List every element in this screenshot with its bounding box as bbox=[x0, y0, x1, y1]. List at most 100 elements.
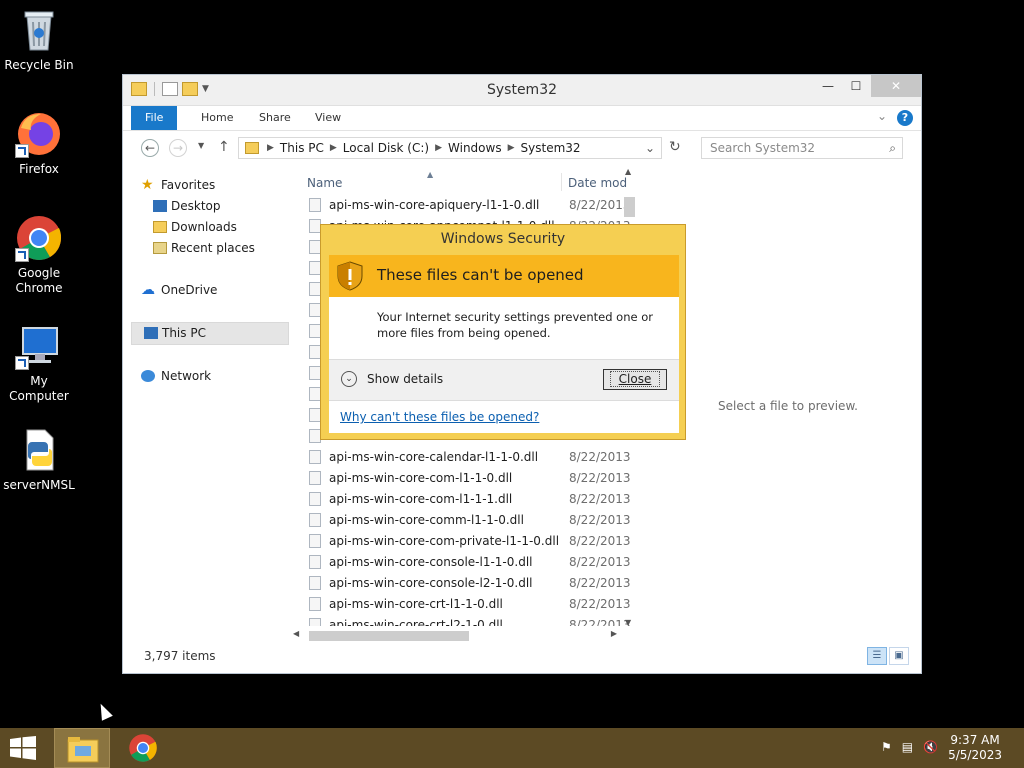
cloud-icon: ☁ bbox=[141, 282, 155, 298]
network-icon[interactable]: ▤ bbox=[902, 740, 913, 754]
file-row[interactable]: api-ms-win-core-com-l1-1-1.dll 8/22/2013 bbox=[303, 489, 639, 510]
desktop-icon bbox=[153, 200, 167, 212]
sidebar-item-onedrive[interactable]: ☁ OneDrive bbox=[131, 280, 289, 301]
dll-file-icon bbox=[309, 534, 321, 548]
file-row[interactable]: api-ms-win-core-crt-l1-1-0.dll 8/22/2013 bbox=[303, 594, 639, 615]
close-window-button[interactable]: ✕ bbox=[871, 75, 921, 97]
sort-ascending-icon: ▲ bbox=[427, 171, 434, 179]
details-view-icon[interactable]: ☰ bbox=[867, 647, 887, 665]
folder-icon bbox=[245, 142, 259, 154]
scroll-up-arrow-icon[interactable]: ▲ bbox=[625, 167, 631, 176]
computer-icon bbox=[144, 327, 158, 339]
shortcut-arrow-icon bbox=[15, 356, 29, 370]
dialog-footer: ⌄ Show details Close bbox=[329, 359, 679, 401]
address-bar[interactable]: ▶ This PC ▶ Local Disk (C:) ▶ Windows ▶ … bbox=[238, 137, 662, 159]
tab-view[interactable]: View bbox=[301, 106, 355, 130]
horizontal-scrollbar[interactable]: ◀ ▶ bbox=[291, 627, 621, 644]
title-bar: ▼ System32 — ☐ ✕ bbox=[123, 75, 921, 106]
navigation-pane: ★ Favorites Desktop Downloads Recent pla… bbox=[131, 175, 289, 387]
file-row[interactable]: api-ms-win-core-calendar-l1-1-0.dll 8/22/… bbox=[303, 447, 639, 468]
up-arrow-icon[interactable]: ↑ bbox=[218, 139, 230, 155]
taskbar-chrome[interactable] bbox=[116, 728, 172, 768]
scroll-down-arrow-icon[interactable]: ▼ bbox=[625, 618, 631, 627]
file-row[interactable]: api-ms-win-core-console-l1-1-0.dll 8/22/2… bbox=[303, 552, 639, 573]
desktop-icon-recycle-bin[interactable]: Recycle Bin bbox=[0, 6, 79, 73]
navigation-bar: ← → ▼ ↑ ▶ This PC ▶ Local Disk (C:) ▶ Wi… bbox=[123, 131, 921, 167]
address-dropdown-chevron-icon[interactable]: ⌄ bbox=[645, 141, 655, 155]
desktop-icon-chrome[interactable]: Google Chrome bbox=[0, 214, 79, 296]
desktop-icon-firefox[interactable]: Firefox bbox=[0, 110, 79, 177]
file-name: api-ms-win-core-console-l1-1-0.dll bbox=[329, 555, 533, 569]
file-row[interactable]: api-ms-win-core-apiquery-l1-1-0.dll 8/22/… bbox=[303, 195, 639, 216]
breadcrumb-windows[interactable]: Windows bbox=[448, 141, 502, 155]
volume-muted-icon[interactable]: 🔇 bbox=[923, 740, 938, 754]
help-icon[interactable]: ? bbox=[897, 110, 913, 126]
scroll-right-arrow-icon[interactable]: ▶ bbox=[611, 629, 617, 638]
dll-file-icon bbox=[309, 513, 321, 527]
close-button[interactable]: Close bbox=[603, 369, 667, 390]
dll-file-icon bbox=[309, 576, 321, 590]
column-header-date[interactable]: Date mod bbox=[568, 171, 627, 195]
help-link[interactable]: Why can't these files be opened? bbox=[340, 410, 539, 424]
sidebar-item-this-pc[interactable]: This PC bbox=[131, 322, 289, 345]
file-explorer-icon bbox=[67, 737, 99, 763]
refresh-icon[interactable]: ↻ bbox=[669, 139, 681, 155]
file-row[interactable]: api-ms-win-core-com-private-l1-1-0.dll 8/… bbox=[303, 531, 639, 552]
action-center-flag-icon[interactable]: ⚑ bbox=[881, 740, 892, 754]
windows-start-icon[interactable] bbox=[10, 736, 36, 760]
sidebar-item-label: Desktop bbox=[171, 199, 221, 213]
sidebar-item-label: Downloads bbox=[171, 220, 237, 234]
breadcrumb-local-disk[interactable]: Local Disk (C:) bbox=[343, 141, 429, 155]
scroll-thumb[interactable] bbox=[309, 631, 469, 641]
expand-ribbon-chevron-icon[interactable]: ⌄ bbox=[877, 109, 887, 123]
sidebar-item-label: Network bbox=[161, 369, 212, 383]
column-header-name[interactable]: Name bbox=[307, 171, 342, 195]
ribbon: File Home Share View ⌄ ? bbox=[123, 106, 921, 131]
preview-pane-message: Select a file to preview. bbox=[718, 399, 858, 413]
scroll-left-arrow-icon[interactable]: ◀ bbox=[293, 629, 299, 638]
window-title: System32 bbox=[486, 82, 558, 98]
back-button[interactable]: ← bbox=[141, 139, 159, 157]
star-icon: ★ bbox=[141, 177, 154, 193]
breadcrumb-system32[interactable]: System32 bbox=[521, 141, 581, 155]
large-icons-view-icon[interactable]: ▣ bbox=[889, 647, 909, 665]
maximize-button[interactable]: ☐ bbox=[841, 75, 871, 97]
desktop-icon-label: Google Chrome bbox=[15, 266, 63, 295]
clock-date: 5/5/2023 bbox=[948, 748, 1002, 762]
file-row[interactable]: api-ms-win-core-console-l2-1-0.dll 8/22/2… bbox=[303, 573, 639, 594]
minimize-button[interactable]: — bbox=[813, 75, 843, 97]
sidebar-item-recent-places[interactable]: Recent places bbox=[131, 238, 289, 259]
tab-share[interactable]: Share bbox=[245, 106, 305, 130]
sidebar-item-network[interactable]: Network bbox=[131, 366, 289, 387]
firefox-icon bbox=[15, 110, 63, 158]
chevron-down-icon[interactable]: ⌄ bbox=[341, 371, 357, 387]
breadcrumb-this-pc[interactable]: This PC bbox=[280, 141, 324, 155]
forward-button[interactable]: → bbox=[169, 139, 187, 157]
desktop-icon-my-computer[interactable]: My Computer bbox=[0, 322, 79, 404]
dialog-banner: These files can't be opened bbox=[329, 255, 679, 297]
show-details-toggle[interactable]: Show details bbox=[367, 372, 443, 386]
dialog-title: Windows Security bbox=[440, 231, 566, 247]
dialog-body: These files can't be opened Your Interne… bbox=[329, 255, 679, 433]
sidebar-item-label: This PC bbox=[162, 326, 206, 340]
system-tray: ⚑ ▤ 🔇 bbox=[881, 740, 938, 754]
divider bbox=[561, 173, 562, 191]
recent-locations-chevron-icon[interactable]: ▼ bbox=[198, 141, 204, 150]
clock[interactable]: 9:37 AM 5/5/2023 bbox=[948, 733, 1002, 763]
file-row[interactable]: api-ms-win-core-crt-l2-1-0.dll 8/22/2013 bbox=[303, 615, 639, 626]
scroll-thumb[interactable] bbox=[624, 197, 635, 217]
file-row[interactable]: api-ms-win-core-comm-l1-1-0.dll 8/22/2013 bbox=[303, 510, 639, 531]
sidebar-item-downloads[interactable]: Downloads bbox=[131, 217, 289, 238]
tab-file[interactable]: File bbox=[131, 106, 178, 130]
file-name: api-ms-win-core-crt-l1-1-0.dll bbox=[329, 597, 503, 611]
sidebar-item-desktop[interactable]: Desktop bbox=[131, 196, 289, 217]
close-button-label: Close bbox=[609, 371, 661, 387]
tab-home[interactable]: Home bbox=[187, 106, 247, 130]
dll-file-icon bbox=[309, 450, 321, 464]
dll-file-icon bbox=[309, 198, 321, 212]
file-row[interactable]: api-ms-win-core-com-l1-1-0.dll 8/22/2013 bbox=[303, 468, 639, 489]
search-input[interactable]: Search System32 ⌕ bbox=[701, 137, 903, 159]
desktop-icon-servernmsl[interactable]: serverNMSL bbox=[0, 426, 79, 493]
taskbar-file-explorer[interactable] bbox=[54, 728, 110, 768]
sidebar-item-favorites[interactable]: ★ Favorites bbox=[131, 175, 289, 196]
